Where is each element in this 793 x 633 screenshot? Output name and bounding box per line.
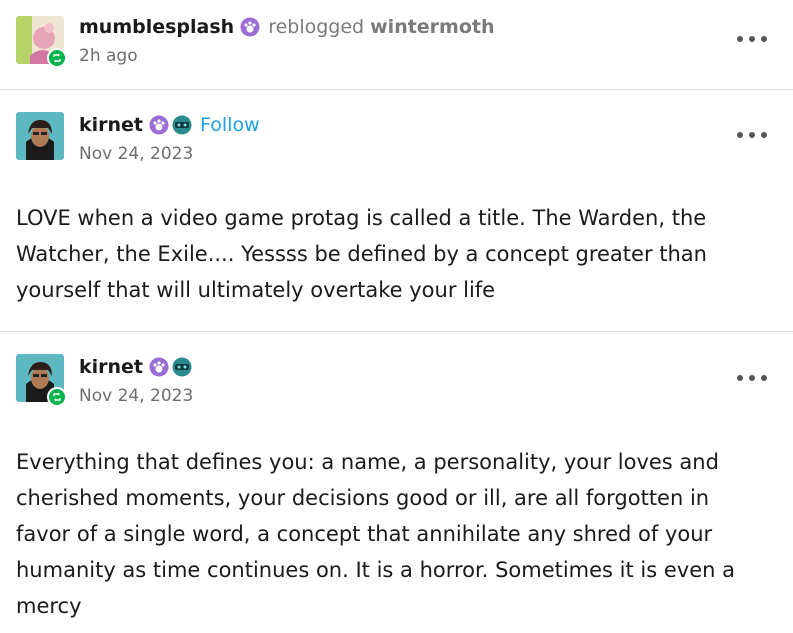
gear-badge-icon	[172, 115, 192, 135]
paw-badge-icon	[149, 115, 169, 135]
reblog-line: mumblesplash reblogged wintermoth	[79, 16, 495, 38]
post-1-author-line: kirnet Follow	[79, 114, 260, 136]
post-timestamp[interactable]: Nov 24, 2023	[79, 386, 193, 406]
post-2-author-line: kirnet	[79, 356, 192, 378]
more-options-button[interactable]	[737, 33, 767, 45]
author-username[interactable]: kirnet	[79, 356, 143, 378]
post-timestamp[interactable]: Nov 24, 2023	[79, 144, 193, 164]
dot-icon	[761, 375, 767, 381]
gear-badge-icon	[172, 357, 192, 377]
dot-icon	[737, 375, 743, 381]
paw-badge-icon	[149, 357, 169, 377]
reblog-icon	[47, 48, 67, 68]
dot-icon	[761, 132, 767, 138]
divider	[0, 89, 793, 90]
dot-icon	[749, 375, 755, 381]
divider	[0, 331, 793, 332]
dot-icon	[761, 36, 767, 42]
reblog-icon	[47, 387, 67, 407]
dot-icon	[737, 132, 743, 138]
dot-icon	[749, 132, 755, 138]
dot-icon	[737, 36, 743, 42]
author-username[interactable]: kirnet	[79, 114, 143, 136]
follow-button[interactable]: Follow	[200, 114, 260, 136]
post-body: LOVE when a video game protag is called …	[16, 206, 707, 302]
avatar[interactable]	[16, 112, 64, 160]
post-body: Everything that defines you: a name, a p…	[16, 450, 735, 618]
reblog-timestamp[interactable]: 2h ago	[79, 46, 138, 66]
more-options-button[interactable]	[737, 372, 767, 384]
reblogged-text: reblogged	[268, 16, 365, 38]
paw-badge-icon	[240, 17, 260, 37]
dot-icon	[749, 36, 755, 42]
more-options-button[interactable]	[737, 129, 767, 141]
reblog-target-username[interactable]: wintermoth	[370, 16, 494, 38]
reblogger-username[interactable]: mumblesplash	[79, 16, 234, 38]
